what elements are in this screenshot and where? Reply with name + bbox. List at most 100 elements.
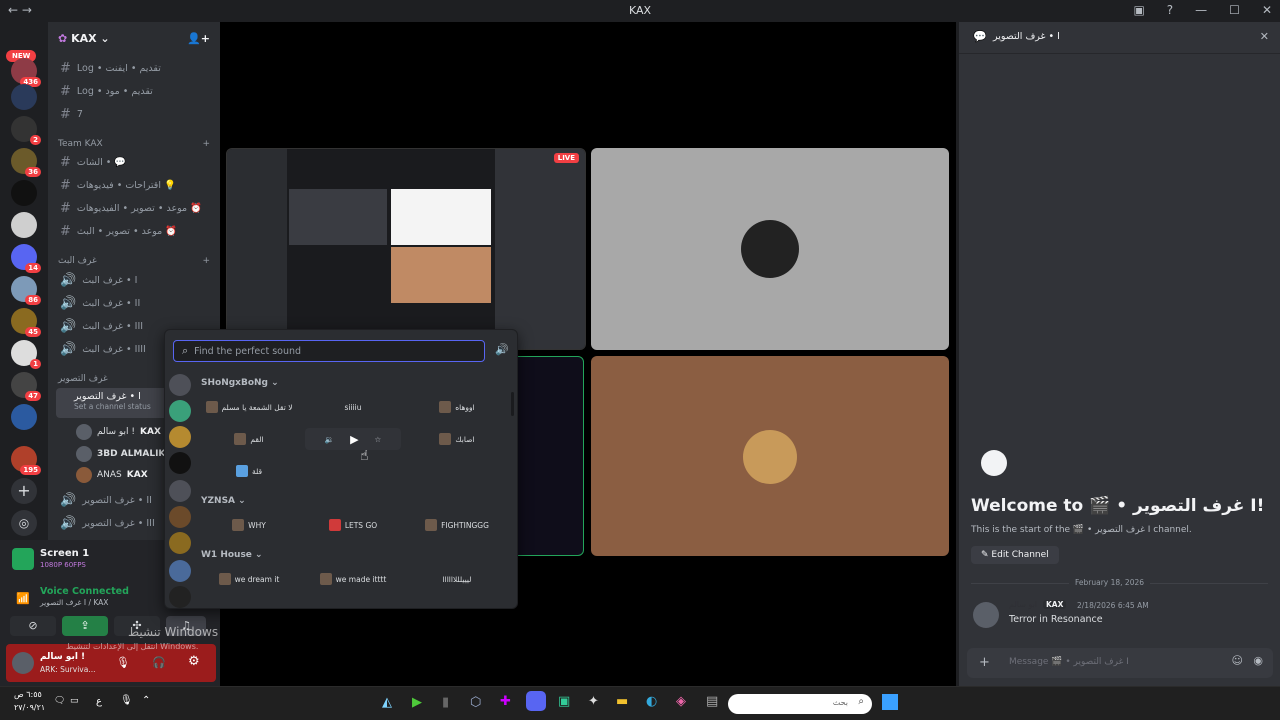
sound-button[interactable]: LETS GO — [305, 514, 401, 536]
server-icon[interactable]: 436 — [11, 58, 41, 87]
add-attachment-icon[interactable]: + — [979, 655, 990, 670]
avatar[interactable] — [12, 652, 34, 674]
channel-item[interactable]: # اقتراحات • فيديوهات 💡 — [56, 175, 214, 195]
server-header[interactable]: ✿ KAX ⌄ 👤+ — [48, 22, 220, 54]
sound-button[interactable]: لا تقل الشمعة يا مسلم — [201, 396, 297, 418]
chevron-up-icon[interactable]: ⌃ — [142, 695, 150, 706]
server-icon[interactable] — [11, 180, 37, 206]
maximize-button[interactable]: ☐ — [1229, 3, 1240, 17]
app-icon[interactable]: ▤ — [706, 694, 718, 709]
guild-avatar[interactable] — [169, 400, 191, 422]
sound-button[interactable]: we made itttt — [305, 568, 401, 590]
mic-icon[interactable]: 🎙 — [116, 656, 130, 669]
sound-button[interactable]: القم — [201, 428, 297, 450]
server-icon[interactable] — [11, 212, 37, 238]
sound-button[interactable]: اصابك — [409, 428, 505, 450]
sound-button-hovered[interactable]: 🔉 ▶ ☆ — [305, 428, 401, 450]
guild-avatar[interactable] — [169, 560, 191, 582]
server-icon[interactable]: 45 — [11, 308, 41, 337]
channel-item[interactable]: # الشات • 💬 — [56, 152, 214, 172]
emoji-icon[interactable]: ☺ — [1232, 654, 1243, 667]
sound-search-input[interactable]: ⌕ Find the perfect sound — [173, 340, 485, 362]
sound-button[interactable]: WHY — [201, 514, 297, 536]
user-video-tile[interactable] — [591, 148, 949, 350]
channel-status[interactable]: Set a channel status — [60, 402, 151, 411]
invite-icon[interactable]: 👤+ — [187, 32, 210, 45]
add-channel-icon[interactable]: + — [202, 256, 210, 266]
channel-item[interactable]: # موعد • تصوير • البث ⏰ — [56, 221, 214, 241]
server-icon[interactable]: 2 — [11, 116, 41, 145]
favorite-icon[interactable]: ☆ — [375, 435, 382, 444]
discover-icon[interactable]: ◎ — [11, 510, 37, 536]
channel-item[interactable]: # Log • تقديم • مود — [56, 81, 214, 101]
channel-item[interactable]: # Log • تقديم • ايفنت — [56, 58, 214, 78]
category-team[interactable]: Team KAX + — [58, 139, 210, 149]
sound-button[interactable]: FIGHTINGGG — [409, 514, 505, 536]
minimize-button[interactable]: — — [1195, 3, 1207, 17]
play-icon[interactable]: ▶ — [350, 433, 358, 446]
app-icon[interactable]: ✚ — [500, 694, 511, 709]
voice-channel-item[interactable]: 🔊 غرف البث • I — [56, 270, 214, 290]
message-input[interactable]: + Message 🎬 • غرف التصوير I ☺ ◉ — [967, 648, 1273, 678]
guild-avatar[interactable] — [169, 452, 191, 474]
help-icon[interactable]: ? — [1167, 3, 1173, 17]
language-indicator[interactable]: ع — [96, 696, 102, 707]
sound-group-header[interactable]: YZNSA ⌄ — [201, 496, 246, 506]
stream-tile[interactable]: LIVE — [226, 148, 586, 350]
server-icon[interactable]: 14 — [11, 244, 41, 273]
headphones-icon[interactable]: 🎧 — [152, 656, 166, 669]
app-icon[interactable]: ✦ — [588, 694, 599, 709]
user-name[interactable]: ابو سالم ! — [40, 652, 85, 662]
guild-avatar[interactable] — [169, 586, 191, 608]
sound-button[interactable]: ليييلللاااااا — [409, 568, 505, 590]
sound-group-header[interactable]: SHoNgxBoNg ⌄ — [201, 378, 279, 388]
server-icon[interactable]: 36 — [11, 148, 41, 177]
guild-avatar[interactable] — [169, 374, 191, 396]
add-server-icon[interactable]: + — [11, 478, 37, 504]
sound-button[interactable]: siiiiu — [305, 396, 401, 418]
app-icon[interactable]: ▶ — [412, 695, 422, 710]
folder-icon[interactable]: ▬ — [616, 694, 628, 709]
volume-icon[interactable]: 🔊 — [495, 343, 509, 356]
avatar[interactable] — [973, 602, 999, 628]
app-icon[interactable]: ◭ — [382, 695, 392, 710]
notification-icon[interactable]: 🗨 — [54, 696, 65, 706]
camera-off-button[interactable]: ⊘ — [10, 616, 56, 636]
scrollbar[interactable] — [511, 392, 514, 416]
server-icon[interactable] — [11, 84, 37, 110]
app-icon[interactable]: ▮ — [442, 695, 449, 710]
voice-location[interactable]: غرف التصوير I / KAX — [40, 598, 108, 607]
voice-user[interactable]: ابو سالم ! KAX — [76, 424, 161, 440]
voice-user[interactable]: 3BD ALMALIK — [76, 446, 165, 462]
sound-group-header[interactable]: W1 House ⌄ — [201, 550, 263, 560]
server-icon[interactable]: 86 — [11, 276, 41, 305]
server-icon[interactable]: 1 — [11, 340, 41, 369]
volume-icon[interactable]: 🔉 — [325, 435, 334, 444]
voice-user[interactable]: ANAS KAX — [76, 467, 148, 483]
sound-button[interactable]: قلة — [201, 460, 297, 482]
category-stream[interactable]: غرف البث + — [58, 256, 210, 266]
discord-icon[interactable] — [526, 691, 546, 711]
channel-item[interactable]: #7 — [56, 104, 214, 124]
user-video-tile[interactable] — [591, 356, 949, 556]
guild-avatar[interactable] — [169, 506, 191, 528]
server-icon[interactable]: 47 — [11, 372, 41, 401]
inbox-icon[interactable]: ▣ — [1133, 3, 1144, 17]
display-icon[interactable]: ▭ — [70, 696, 79, 706]
settings-icon[interactable]: ⚙ — [188, 654, 200, 669]
mic-icon[interactable]: 🎙 — [120, 695, 133, 706]
channel-item[interactable]: # موعد • تصوير • الفيديوهات ⏰ — [56, 198, 214, 218]
gift-icon[interactable]: ◉ — [1253, 654, 1263, 667]
server-icon[interactable]: 195 — [11, 446, 41, 475]
windows-start-icon[interactable] — [882, 694, 898, 710]
add-channel-icon[interactable]: + — [202, 139, 210, 149]
voice-status[interactable]: Voice Connected — [40, 586, 129, 597]
guild-avatar[interactable] — [169, 480, 191, 502]
server-icon[interactable] — [11, 404, 37, 430]
taskbar-search-input[interactable]: بحث ⌕ — [728, 694, 872, 714]
copilot-icon[interactable]: ◈ — [676, 694, 686, 709]
steam-icon[interactable]: ⬡ — [470, 695, 481, 710]
voice-channel-item[interactable]: 🔊 غرف البث • II — [56, 293, 214, 313]
sound-button[interactable]: اووهاه — [409, 396, 505, 418]
guild-avatar[interactable] — [169, 532, 191, 554]
